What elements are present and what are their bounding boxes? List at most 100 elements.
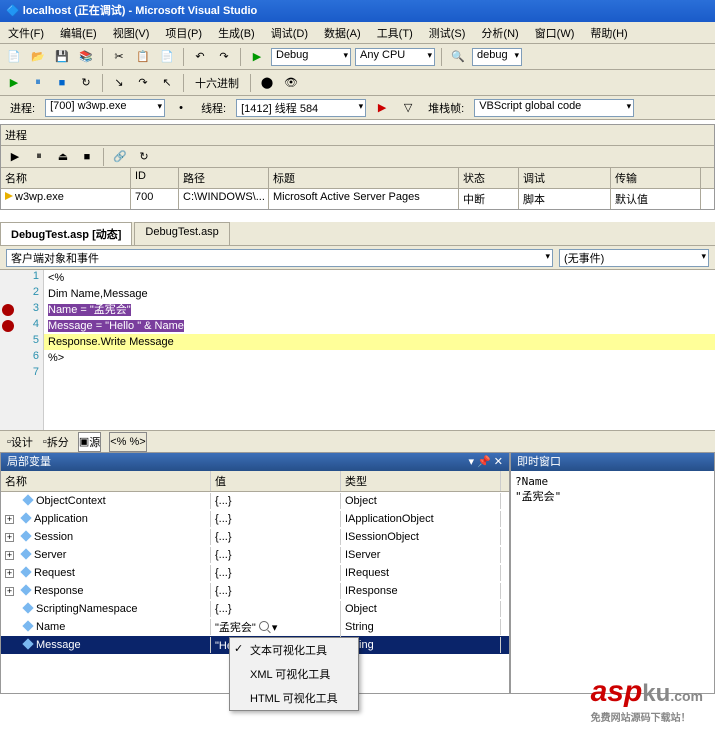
thread-flag-icon[interactable]: ▶: [372, 98, 392, 118]
tab-active[interactable]: DebugTest.asp [动态]: [0, 222, 132, 245]
breakpoint-icon[interactable]: [2, 304, 14, 316]
step-into-icon[interactable]: ↘: [109, 73, 129, 93]
proc-action-icon[interactable]: •: [171, 98, 191, 118]
expand-icon[interactable]: +: [5, 569, 14, 578]
menu-item[interactable]: 分析(N): [473, 22, 526, 43]
split-tab[interactable]: ▫ 拆分: [42, 432, 70, 452]
variable-icon: [20, 530, 31, 541]
code-line[interactable]: %>: [44, 350, 715, 366]
search-box[interactable]: debug: [472, 48, 522, 66]
code-line[interactable]: [44, 366, 715, 382]
locals-header-cell[interactable]: 类型: [341, 471, 501, 491]
menu-item[interactable]: 工具(T): [369, 22, 421, 43]
redo-icon[interactable]: ↷: [214, 47, 234, 67]
platform-dropdown[interactable]: Any CPU: [355, 48, 435, 66]
thread-dropdown[interactable]: [1412] 线程 584: [236, 99, 366, 117]
config-dropdown[interactable]: Debug: [271, 48, 351, 66]
locals-row[interactable]: +Server{...}IServer: [1, 546, 509, 564]
step-over-icon[interactable]: ↷: [133, 73, 153, 93]
tab-other[interactable]: DebugTest.asp: [134, 222, 229, 245]
restart-icon[interactable]: ↻: [76, 73, 96, 93]
locals-header-cell[interactable]: 名称: [1, 471, 211, 491]
object-dropdown[interactable]: 客户端对象和事件: [6, 249, 553, 267]
code-line[interactable]: Dim Name,Message: [44, 286, 715, 302]
immediate-content[interactable]: ?Name "孟宪会": [511, 471, 714, 508]
undo-icon[interactable]: ↶: [190, 47, 210, 67]
menu-item[interactable]: 项目(P): [157, 22, 210, 43]
hex-icon[interactable]: 十六进制: [190, 73, 244, 93]
grid-header-cell[interactable]: 状态: [459, 168, 519, 188]
menu-item[interactable]: 编辑(E): [52, 22, 105, 43]
menu-item[interactable]: 调试(D): [263, 22, 316, 43]
save-icon[interactable]: 💾: [52, 47, 72, 67]
source-tab[interactable]: ▣ 源: [78, 432, 101, 452]
magnifier-icon[interactable]: [259, 621, 269, 631]
grid-header-cell[interactable]: ID: [131, 168, 179, 188]
menu-item[interactable]: 窗口(W): [527, 22, 583, 43]
locals-row[interactable]: +Application{...}IApplicationObject: [1, 510, 509, 528]
grid-header-cell[interactable]: 名称: [1, 168, 131, 188]
menu-item[interactable]: 测试(S): [421, 22, 474, 43]
expand-icon[interactable]: +: [5, 533, 14, 542]
find-icon[interactable]: 🔍: [448, 47, 468, 67]
code-line[interactable]: Response.Write Message: [44, 334, 715, 350]
code-editor[interactable]: 1234567 <%Dim Name,MessageName = "孟宪会"Me…: [0, 270, 715, 430]
code-area[interactable]: <%Dim Name,MessageName = "孟宪会"Message = …: [44, 270, 715, 430]
locals-row[interactable]: +Session{...}ISessionObject: [1, 528, 509, 546]
run-icon[interactable]: ▶: [247, 47, 267, 67]
save-all-icon[interactable]: 📚: [76, 47, 96, 67]
process-grid-row[interactable]: w3wp.exe700C:\WINDOWS\...Microsoft Activ…: [1, 189, 714, 209]
copy-icon[interactable]: 📋: [133, 47, 153, 67]
expand-icon[interactable]: +: [5, 587, 14, 596]
context-menu-item[interactable]: HTML 可视化工具: [230, 686, 358, 710]
thread-filter-icon[interactable]: ▽: [398, 98, 418, 118]
grid-header-cell[interactable]: 路径: [179, 168, 269, 188]
locals-header-cell[interactable]: 值: [211, 471, 341, 491]
grid-header-cell[interactable]: 传输: [611, 168, 701, 188]
breakpoint-icon[interactable]: ⬤: [257, 73, 277, 93]
context-menu-item[interactable]: 文本可视化工具: [230, 638, 358, 662]
panel-controls[interactable]: ▾ 📌 ✕: [468, 453, 503, 471]
context-menu-item[interactable]: XML 可视化工具: [230, 662, 358, 686]
menu-item[interactable]: 生成(B): [210, 22, 263, 43]
cut-icon[interactable]: ✂: [109, 47, 129, 67]
menu-item[interactable]: 帮助(H): [582, 22, 635, 43]
step-out-icon[interactable]: ↖: [157, 73, 177, 93]
watch-icon[interactable]: 👁: [281, 73, 301, 93]
breakpoint-icon[interactable]: [2, 320, 14, 332]
event-dropdown[interactable]: (无事件): [559, 249, 709, 267]
stop-icon[interactable]: ■: [52, 73, 72, 93]
grid-header-cell[interactable]: 调试: [519, 168, 611, 188]
paste-icon[interactable]: 📄: [157, 47, 177, 67]
open-icon[interactable]: 📂: [28, 47, 48, 67]
proc-refresh-icon[interactable]: ↻: [134, 147, 154, 167]
locals-row[interactable]: +Response{...}IResponse: [1, 582, 509, 600]
locals-row[interactable]: Name"孟宪会" ▾String: [1, 618, 509, 636]
menu-item[interactable]: 视图(V): [105, 22, 158, 43]
grid-cell: 700: [131, 189, 179, 209]
locals-row[interactable]: ObjectContext{...}Object: [1, 492, 509, 510]
proc-continue-icon[interactable]: ▶: [5, 147, 25, 167]
locals-row[interactable]: ScriptingNamespace{...}Object: [1, 600, 509, 618]
locals-row[interactable]: +Request{...}IRequest: [1, 564, 509, 582]
code-line[interactable]: <%: [44, 270, 715, 286]
asp-tag-icon[interactable]: <% %>: [109, 432, 146, 452]
design-tab[interactable]: ▫ 设计: [6, 432, 34, 452]
code-line[interactable]: Name = "孟宪会": [44, 302, 715, 318]
expand-icon[interactable]: +: [5, 551, 14, 560]
menu-item[interactable]: 文件(F): [0, 22, 52, 43]
continue-icon[interactable]: ▶: [4, 73, 24, 93]
proc-stop-icon[interactable]: ■: [77, 147, 97, 167]
proc-pause-icon[interactable]: ⏸: [29, 147, 49, 167]
process-dropdown[interactable]: [700] w3wp.exe: [45, 99, 165, 117]
pause-icon[interactable]: ⏸: [28, 73, 48, 93]
code-line[interactable]: Message = "Hello " & Name: [44, 318, 715, 334]
new-project-icon[interactable]: 📄: [4, 47, 24, 67]
proc-detach-icon[interactable]: ⏏: [53, 147, 73, 167]
stack-label: 堆栈帧:: [424, 100, 468, 116]
expand-icon[interactable]: +: [5, 515, 14, 524]
menu-item[interactable]: 数据(A): [316, 22, 369, 43]
proc-attach-icon[interactable]: 🔗: [110, 147, 130, 167]
stack-dropdown[interactable]: VBScript global code: [474, 99, 634, 117]
grid-header-cell[interactable]: 标题: [269, 168, 459, 188]
